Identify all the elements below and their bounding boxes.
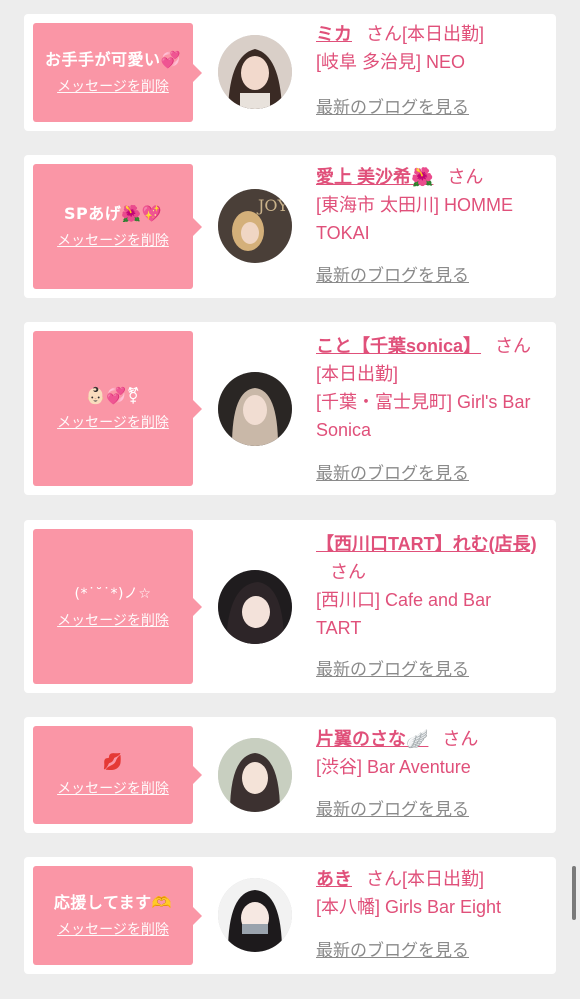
message-bubble: お手手が可愛い💞 メッセージを削除 [33,23,202,122]
shop-line: [渋谷] Bar Aventure [316,757,471,777]
avatar[interactable] [218,570,292,644]
message-card: お手手が可愛い💞 メッセージを削除 ミカ さん[本日出勤] [岐阜 多治見] NE… [24,14,556,131]
honorific: さん [442,729,479,749]
latest-blog-link[interactable]: 最新のブログを見る [316,659,469,681]
honorific: さん [330,562,366,582]
message-card: 💋 メッセージを削除 片翼のさな🪽 さん [渋谷] Bar Aventure 最新… [24,717,556,833]
cast-info: あき さん[本日出勤] [本八幡] Girls Bar Eight [316,865,546,921]
shop-line: [千葉・富士見町] Girl's Bar [316,392,531,412]
name-line: 【西川口TART】れむ(店長) さん [316,530,546,586]
latest-blog-link[interactable]: 最新のブログを見る [316,463,469,485]
latest-blog-link[interactable]: 最新のブログを見る [316,940,469,962]
cast-name-link[interactable]: あき [316,869,352,889]
delete-message-link[interactable]: メッセージを削除 [57,779,169,799]
latest-blog-link[interactable]: 最新のブログを見る [316,97,469,119]
delete-message-link[interactable]: メッセージを削除 [57,77,169,97]
cast-name-link[interactable]: ミカ [316,24,352,44]
latest-blog-link[interactable]: 最新のブログを見る [316,265,469,287]
avatar[interactable] [218,738,292,812]
name-line: ミカ さん[本日出勤] [316,20,546,48]
delete-message-link[interactable]: メッセージを削除 [57,231,169,251]
cast-info: こと【千葉sonica】 さん [本日出勤] [千葉・富士見町] Girl's B… [316,332,546,444]
avatar[interactable] [218,35,292,109]
shop-line: TART [316,618,362,638]
working-line: [本日出勤] [316,364,399,384]
working-badge: [本日出勤] [402,869,485,889]
message-bubble: 👶🏻💞⚧ メッセージを削除 [33,331,202,486]
message-card: SPあげ🌺💖 メッセージを削除 JOY 愛上 美沙希🌺 さん [東海市 太田川] … [24,155,556,298]
name-line: あき さん[本日出勤] [316,865,546,893]
avatar[interactable] [218,372,292,446]
avatar[interactable] [218,878,292,952]
delete-message-link[interactable]: メッセージを削除 [57,920,169,940]
honorific: さん [447,167,484,187]
honorific: さん [366,869,402,889]
honorific: さん [495,336,532,356]
honorific: さん [366,24,402,44]
message-text: 💋 [102,752,124,771]
cast-name-link[interactable]: 【西川口TART】れむ(店長) [316,534,537,554]
cast-name-link[interactable]: 愛上 美沙希🌺 [316,167,433,187]
avatar[interactable]: JOY [218,189,292,263]
shop-line: [本八幡] Girls Bar Eight [316,897,502,917]
shop-line: Sonica [316,420,372,440]
cast-info: ミカ さん[本日出勤] [岐阜 多治見] NEO [316,20,546,76]
cast-info: 【西川口TART】れむ(店長) さん [西川口] Cafe and Bar TAR… [316,530,546,642]
svg-text:JOY: JOY [256,196,289,215]
cast-name-link[interactable]: こと【千葉sonica】 [316,336,481,356]
shop-line: TOKAI [316,223,370,243]
message-bubble: SPあげ🌺💖 メッセージを削除 [33,164,202,289]
shop-line: [西川口] Cafe and Bar [316,590,492,610]
cast-info: 片翼のさな🪽 さん [渋谷] Bar Aventure [316,725,546,781]
name-line: こと【千葉sonica】 さん [316,332,546,360]
message-text: (*˙˘˙*)ノ☆ [74,585,152,602]
message-bubble: 💋 メッセージを削除 [33,726,202,824]
message-bubble: 応援してます🫶 メッセージを削除 [33,866,202,965]
message-text: 応援してます🫶 [53,892,173,912]
delete-message-link[interactable]: メッセージを削除 [57,413,169,433]
working-badge: [本日出勤] [402,24,485,44]
name-line: 片翼のさな🪽 さん [316,725,546,753]
name-line: 愛上 美沙希🌺 さん [316,163,546,191]
delete-message-link[interactable]: メッセージを削除 [57,611,169,631]
message-text: 👶🏻💞⚧ [85,385,141,405]
cast-name-link[interactable]: 片翼のさな🪽 [316,729,428,749]
shop-line: [東海市 太田川] HOMME [316,195,513,215]
message-text: お手手が可愛い💞 [45,49,181,69]
message-card: 応援してます🫶 メッセージを削除 あき さん[本日出勤] [本八幡] Girls … [24,857,556,974]
shop-line: [岐阜 多治見] NEO [316,52,466,72]
message-text: SPあげ🌺💖 [63,203,163,223]
message-card: (*˙˘˙*)ノ☆ メッセージを削除 【西川口TART】れむ(店長) さん [西川… [24,520,556,693]
cast-info: 愛上 美沙希🌺 さん [東海市 太田川] HOMME TOKAI [316,163,546,247]
latest-blog-link[interactable]: 最新のブログを見る [316,799,469,821]
scrollbar[interactable] [572,866,576,920]
message-bubble: (*˙˘˙*)ノ☆ メッセージを削除 [33,529,202,684]
message-card: 👶🏻💞⚧ メッセージを削除 こと【千葉sonica】 さん [本日出勤] [千葉・… [24,322,556,495]
